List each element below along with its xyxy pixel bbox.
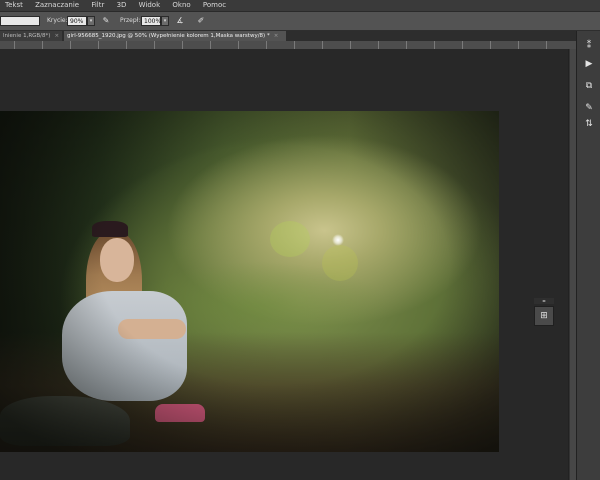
menu-item-tekst[interactable]: Tekst [0,0,28,11]
tablet-pressure-icon[interactable]: ✐ [196,16,206,26]
menu-bar: Tekst Zaznaczanie Filtr 3D Widok Okno Po… [0,0,600,12]
brush-presets-icon[interactable]: ✎ [581,101,597,115]
canvas-workspace[interactable] [0,49,576,480]
flow-dropdown[interactable]: ▾ [161,16,169,26]
airbrush-icon[interactable]: ∡ [175,16,185,26]
opacity-dropdown[interactable]: ▾ [87,16,95,26]
close-icon[interactable]: × [54,33,59,39]
options-bar: Krycie: 90% ▾ ✎ Przepł: 100% ▾ ∡ ✐ [0,12,600,31]
tab-document-active[interactable]: girl-956685_1920.jpg @ 50% (Wypełnienie … [64,31,286,41]
collapse-icon[interactable]: ⁑ [581,39,597,53]
menu-item-zaznaczanie[interactable]: Zaznaczanie [30,0,84,11]
adjust-icon[interactable]: ⇅ [581,117,597,131]
right-dock: ⁑ ▶ ⧉ ✎ ⇅ [576,31,600,480]
flow-field[interactable]: 100% [141,16,161,26]
tab-document-1[interactable]: lnienie 1,RGB/8*) × [0,31,62,41]
menu-item-okno[interactable]: Okno [167,0,195,11]
menu-item-filtr[interactable]: Filtr [86,0,109,11]
menu-item-widok[interactable]: Widok [134,0,166,11]
opacity-field[interactable]: 90% [67,16,87,26]
panel-grip[interactable]: ◂▸ [534,298,554,304]
menu-item-3d[interactable]: 3D [112,0,132,11]
document-canvas[interactable] [0,111,499,452]
flow-label: Przepł: [120,17,141,24]
play-icon[interactable]: ▶ [581,57,597,71]
pressure-icon[interactable]: ✎ [101,16,111,26]
collapsed-panel: ◂▸ ⊞ [534,298,554,326]
opacity-label: Krycie: [47,17,68,24]
swatch-icon[interactable]: ⧉ [581,79,597,93]
close-icon[interactable]: × [274,33,279,39]
tab-label: girl-956685_1920.jpg @ 50% (Wypełnienie … [67,33,270,39]
mode-select[interactable] [0,16,40,26]
navigator-icon[interactable]: ⊞ [534,306,554,326]
menu-item-pomoc[interactable]: Pomoc [198,0,231,11]
tab-label: lnienie 1,RGB/8*) [3,33,51,39]
document-tabs: lnienie 1,RGB/8*) × girl-956685_1920.jpg … [0,31,576,41]
